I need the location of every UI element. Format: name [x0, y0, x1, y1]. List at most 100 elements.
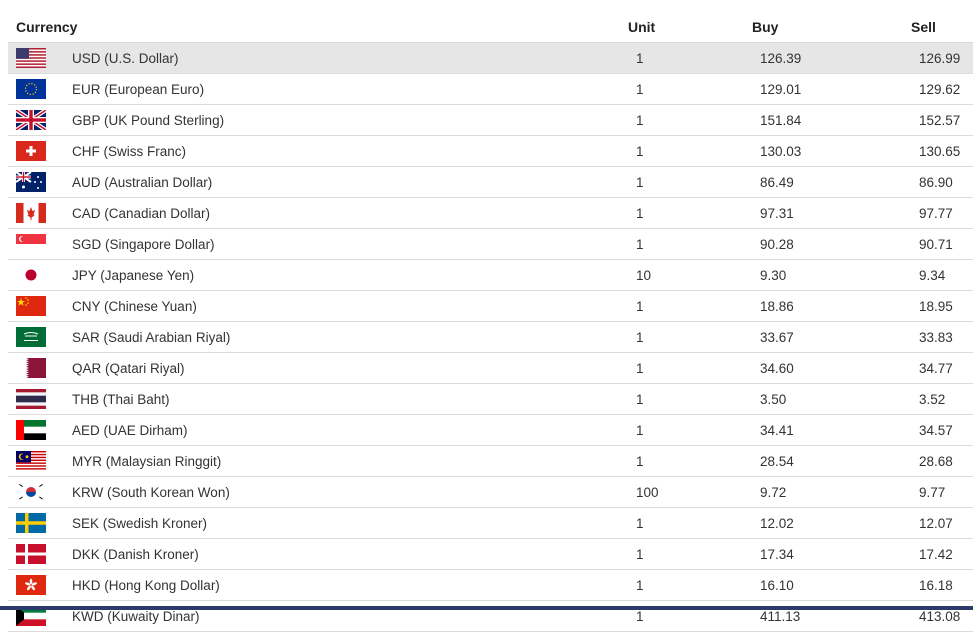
sell-rate: 86.90	[919, 174, 953, 190]
header-unit[interactable]: Unit	[628, 19, 752, 35]
currency-name: JPY (Japanese Yen)	[72, 267, 195, 283]
unit-value: 1	[636, 391, 644, 407]
table-row[interactable]: AED (UAE Dirham) 1 34.41 34.57	[8, 415, 973, 446]
buy-rate: 18.86	[760, 298, 794, 314]
unit-value: 1	[636, 298, 644, 314]
buy-rate: 90.28	[760, 236, 794, 252]
buy-rate: 34.41	[760, 422, 794, 438]
sell-rate: 34.57	[919, 422, 953, 438]
unit-value: 1	[636, 577, 644, 593]
currency-name: MYR (Malaysian Ringgit)	[72, 453, 222, 469]
sa-flag-icon	[16, 327, 46, 347]
sell-rate: 9.34	[919, 267, 946, 283]
qa-flag-icon	[16, 358, 46, 378]
table-row[interactable]: SEK (Swedish Kroner) 1 12.02 12.07	[8, 508, 973, 539]
currency-name: SAR (Saudi Arabian Riyal)	[72, 329, 231, 345]
buy-rate: 9.72	[760, 484, 787, 500]
sell-rate: 129.62	[919, 81, 961, 97]
unit-value: 1	[636, 422, 644, 438]
unit-value: 1	[636, 174, 644, 190]
sell-rate: 90.71	[919, 236, 953, 252]
sell-rate: 9.77	[919, 484, 946, 500]
table-row[interactable]: SGD (Singapore Dollar) 1 90.28 90.71	[8, 229, 973, 260]
buy-rate: 16.10	[760, 577, 794, 593]
sell-rate: 34.77	[919, 360, 953, 376]
table-row[interactable]: USD (U.S. Dollar) 1 126.39 126.99	[8, 43, 973, 74]
sell-rate: 12.07	[919, 515, 953, 531]
table-row[interactable]: THB (Thai Baht) 1 3.50 3.52	[8, 384, 973, 415]
unit-value: 1	[636, 515, 644, 531]
table-row[interactable]: MYR (Malaysian Ringgit) 1 28.54 28.68	[8, 446, 973, 477]
table-row[interactable]: CHF (Swiss Franc) 1 130.03 130.65	[8, 136, 973, 167]
currency-name: DKK (Danish Kroner)	[72, 546, 199, 562]
header-currency[interactable]: Currency	[8, 19, 628, 35]
sell-rate: 3.52	[919, 391, 946, 407]
my-flag-icon	[16, 451, 46, 471]
header-buy[interactable]: Buy	[752, 19, 911, 35]
buy-rate: 151.84	[760, 112, 802, 128]
currency-name: AUD (Australian Dollar)	[72, 174, 213, 190]
buy-rate: 12.02	[760, 515, 794, 531]
sg-flag-icon	[16, 234, 46, 254]
table-row[interactable]: CAD (Canadian Dollar) 1 97.31 97.77	[8, 198, 973, 229]
table-row[interactable]: CNY (Chinese Yuan) 1 18.86 18.95	[8, 291, 973, 322]
kr-flag-icon	[16, 482, 46, 502]
gb-flag-icon	[16, 110, 46, 130]
currency-name: CHF (Swiss Franc)	[72, 143, 186, 159]
table-row[interactable]: DKK (Danish Kroner) 1 17.34 17.42	[8, 539, 973, 570]
sell-rate: 18.95	[919, 298, 953, 314]
table-row[interactable]: HKD (Hong Kong Dollar) 1 16.10 16.18	[8, 570, 973, 601]
currency-name: THB (Thai Baht)	[72, 391, 170, 407]
currency-name: USD (U.S. Dollar)	[72, 50, 179, 66]
exchange-rate-table: Currency Unit Buy Sell USD (U.S. Dollar)…	[8, 12, 973, 632]
table-row[interactable]: JPY (Japanese Yen) 10 9.30 9.34	[8, 260, 973, 291]
sell-rate: 126.99	[919, 50, 961, 66]
unit-value: 10	[636, 267, 652, 283]
unit-value: 1	[636, 360, 644, 376]
ch-flag-icon	[16, 141, 46, 161]
unit-value: 1	[636, 236, 644, 252]
hk-flag-icon	[16, 575, 46, 595]
au-flag-icon	[16, 172, 46, 192]
table-row[interactable]: QAR (Qatari Riyal) 1 34.60 34.77	[8, 353, 973, 384]
currency-name: SGD (Singapore Dollar)	[72, 236, 215, 252]
header-sell[interactable]: Sell	[911, 19, 973, 35]
buy-rate: 130.03	[760, 143, 802, 159]
currency-name: QAR (Qatari Riyal)	[72, 360, 185, 376]
currency-name: GBP (UK Pound Sterling)	[72, 112, 225, 128]
buy-rate: 3.50	[760, 391, 787, 407]
table-row[interactable]: KRW (South Korean Won) 100 9.72 9.77	[8, 477, 973, 508]
table-row[interactable]: EUR (European Euro) 1 129.01 129.62	[8, 74, 973, 105]
unit-value: 1	[636, 81, 644, 97]
ae-flag-icon	[16, 420, 46, 440]
buy-rate: 411.13	[760, 608, 801, 624]
cn-flag-icon	[16, 296, 46, 316]
table-row[interactable]: GBP (UK Pound Sterling) 1 151.84 152.57	[8, 105, 973, 136]
buy-rate: 86.49	[760, 174, 794, 190]
th-flag-icon	[16, 389, 46, 409]
sell-rate: 97.77	[919, 205, 953, 221]
sell-rate: 17.42	[919, 546, 953, 562]
sell-rate: 16.18	[919, 577, 953, 593]
currency-name: CNY (Chinese Yuan)	[72, 298, 197, 314]
sell-rate: 130.65	[919, 143, 961, 159]
buy-rate: 34.60	[760, 360, 794, 376]
unit-value: 1	[636, 143, 644, 159]
currency-name: AED (UAE Dirham)	[72, 422, 188, 438]
unit-value: 100	[636, 484, 659, 500]
sell-rate: 28.68	[919, 453, 953, 469]
unit-value: 1	[636, 50, 644, 66]
currency-name: KWD (Kuwaity Dinar)	[72, 608, 200, 624]
eu-flag-icon	[16, 79, 46, 99]
buy-rate: 129.01	[760, 81, 802, 97]
table-header: Currency Unit Buy Sell	[8, 12, 973, 43]
unit-value: 1	[636, 112, 644, 128]
sell-rate: 413.08	[919, 608, 961, 624]
table-row[interactable]: SAR (Saudi Arabian Riyal) 1 33.67 33.83	[8, 322, 973, 353]
us-flag-icon	[16, 48, 46, 68]
table-row[interactable]: AUD (Australian Dollar) 1 86.49 86.90	[8, 167, 973, 198]
currency-name: CAD (Canadian Dollar)	[72, 205, 211, 221]
currency-name: HKD (Hong Kong Dollar)	[72, 577, 220, 593]
ca-flag-icon	[16, 203, 46, 223]
buy-rate: 28.54	[760, 453, 794, 469]
